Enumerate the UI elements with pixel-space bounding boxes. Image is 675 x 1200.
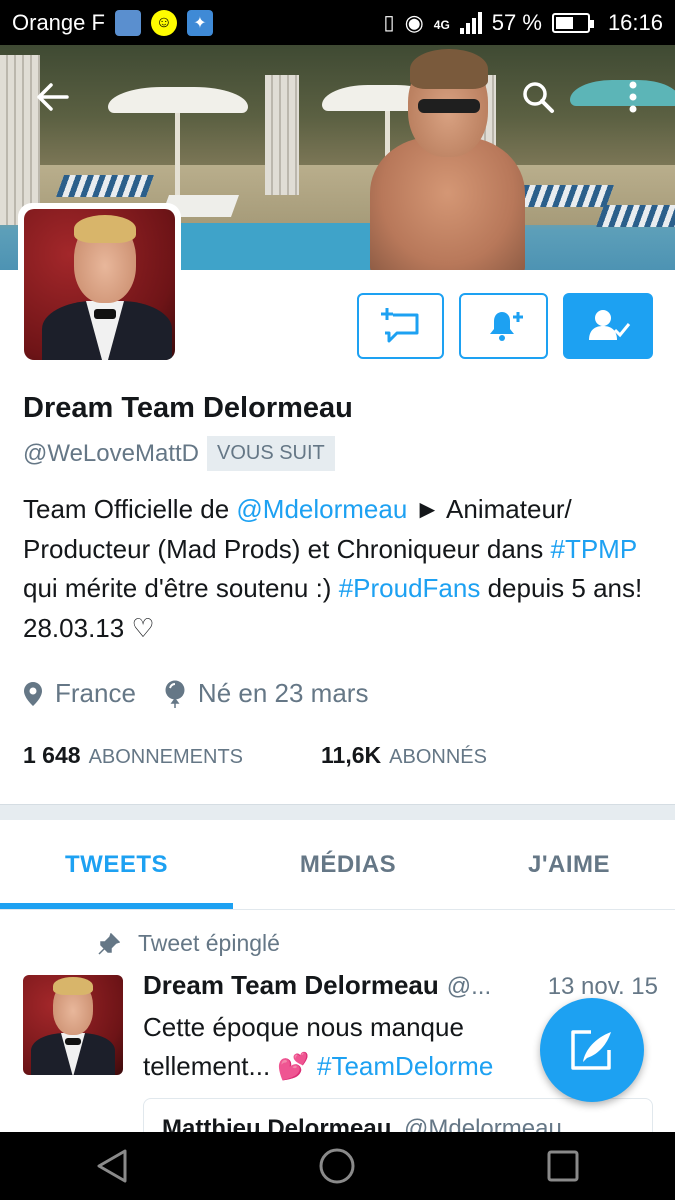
profile-avatar[interactable] (18, 203, 181, 366)
birthday: Né en 23 mars (164, 678, 369, 709)
banner-lounger (595, 205, 675, 227)
location-pin-icon (24, 681, 42, 706)
network-type-label: 4G (433, 17, 450, 32)
active-tab-indicator (0, 903, 233, 909)
profile-display-name: Dream Team Delormeau (23, 392, 353, 424)
carrier-label: Orange F (12, 9, 105, 35)
following-stat[interactable]: 1 648 ABONNEMENTS (23, 742, 243, 769)
signal-icon (459, 11, 482, 34)
vibrate-icon: ▯ (383, 12, 395, 34)
sunglasses (418, 99, 480, 113)
system-nav-bar (0, 1132, 675, 1200)
tweet-hashtag-link[interactable]: #TeamDelorme (310, 1051, 493, 1081)
back-arrow-icon (37, 83, 69, 111)
avatar-bowtie (65, 1038, 81, 1045)
tab-tweets[interactable]: TWEETS (0, 820, 233, 909)
search-icon (523, 82, 554, 113)
following-label: ABONNEMENTS (88, 746, 244, 768)
bell-plus-icon (489, 312, 523, 341)
pinned-indicator: Tweet épinglé (98, 930, 280, 957)
bio-hashtag-link[interactable]: #ProudFans (339, 573, 481, 603)
banner-pillar (265, 75, 299, 195)
following-button[interactable] (563, 293, 653, 359)
profile-bio: Team Officielle de @Mdelormeau ► Animate… (23, 490, 663, 648)
eye-comfort-icon: ◉ (404, 9, 424, 35)
activity-app-icon (114, 9, 141, 36)
profile-tabs: TWEETS MÉDIAS J'AIME (0, 820, 675, 910)
avatar-hair (74, 215, 136, 243)
banner-lounger (55, 175, 155, 197)
notifications-button[interactable] (459, 293, 548, 359)
tweet-date: 13 nov. 15 (547, 973, 658, 1000)
clock: 16:16 (607, 9, 663, 35)
snapchat-icon: ☺ (150, 9, 177, 36)
following-count: 1 648 (23, 742, 81, 768)
birthday-text: Né en 23 mars (197, 678, 369, 708)
profile-meta: France Né en 23 mars (23, 678, 396, 709)
follows-you-badge: VOUS SUIT (206, 436, 335, 471)
bio-text: qui mérite d'être soutenu :) (23, 573, 339, 603)
nav-home-icon[interactable] (318, 1147, 356, 1185)
back-button[interactable] (30, 75, 74, 119)
profile-handle: @WeLoveMattD (23, 439, 199, 467)
direct-message-button[interactable] (357, 293, 444, 359)
profile-stats: 1 648 ABONNEMENTS 11,6K ABONNÉS (23, 742, 565, 769)
followers-label: ABONNÉS (389, 746, 487, 768)
section-divider (0, 804, 675, 820)
nav-recents-icon[interactable] (546, 1149, 580, 1183)
battery-percent: 57 % (491, 9, 542, 35)
followers-count: 11,6K (321, 742, 382, 768)
avatar-bowtie (94, 309, 116, 319)
banner-person (360, 47, 535, 270)
banner-umbrella (108, 87, 248, 113)
battery-icon (551, 12, 594, 33)
location-text: France (55, 678, 136, 708)
pin-icon (98, 932, 120, 955)
compose-tweet-button[interactable] (540, 998, 644, 1102)
tweet-author[interactable]: Dream Team Delormeau (143, 970, 439, 1001)
handle-row: @WeLoveMattD VOUS SUIT (23, 436, 335, 471)
search-button[interactable] (516, 75, 560, 119)
tweet-text[interactable]: Cette époque nous manque tellement... 💕 … (143, 1008, 563, 1086)
tab-media[interactable]: MÉDIAS (233, 820, 463, 909)
followers-stat[interactable]: 11,6K ABONNÉS (321, 742, 487, 769)
profile-avatar-image (24, 209, 175, 360)
banner-person-hair (410, 49, 488, 89)
bio-text: Team Officielle de (23, 494, 237, 524)
bio-mention-link[interactable]: @Mdelormeau (236, 494, 407, 524)
more-vert-icon (629, 81, 637, 113)
message-icon (380, 308, 418, 343)
compose-icon (571, 1030, 611, 1070)
location: France (23, 678, 136, 709)
balloon-icon (165, 680, 185, 708)
tweet-header: Dream Team Delormeau @... 13 nov. 15 (143, 970, 658, 1001)
pinned-label: Tweet épinglé (138, 930, 280, 956)
twitter-icon: ✦ (186, 9, 213, 36)
status-bar: Orange F ☺ ✦ ▯ ◉ 4G 57 % 16:16 (0, 0, 675, 45)
avatar-hair (53, 977, 93, 995)
bio-hashtag-link[interactable]: #TPMP (551, 534, 637, 564)
more-options-button[interactable] (611, 75, 655, 119)
following-icon (589, 310, 631, 340)
nav-back-icon[interactable] (95, 1148, 129, 1184)
tweet-avatar[interactable] (23, 975, 123, 1075)
tab-likes[interactable]: J'AIME (463, 820, 675, 909)
heart-emoji: 💕 (277, 1051, 310, 1081)
tweet-handle: @... (446, 973, 492, 1000)
